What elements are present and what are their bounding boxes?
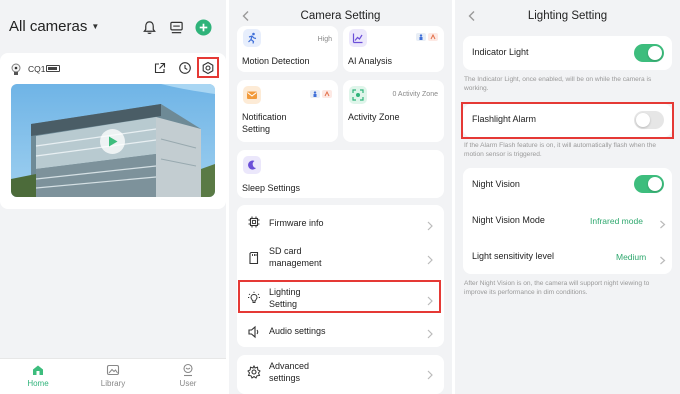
light-sensitivity-label: Light sensitivity level bbox=[472, 251, 555, 261]
tab-home-label: Home bbox=[27, 379, 49, 388]
tab-user[interactable]: User bbox=[158, 363, 218, 388]
advanced-settings-card: Advanced settings bbox=[237, 355, 444, 394]
play-button[interactable] bbox=[100, 129, 125, 154]
chevron-right-icon bbox=[426, 218, 434, 231]
motion-sensitivity-badge: High bbox=[317, 36, 332, 43]
sd-card-icon bbox=[247, 251, 261, 265]
chevron-right-icon bbox=[426, 326, 434, 339]
night-vision-hint: After Night Vision is on, the camera wil… bbox=[464, 280, 650, 296]
tile-ai-analysis[interactable]: AI Analysis bbox=[343, 26, 444, 72]
image-icon bbox=[83, 363, 143, 379]
bell-icon[interactable] bbox=[140, 18, 158, 36]
night-vision-mode-row[interactable]: Night Vision Mode Infrared mode bbox=[463, 204, 672, 238]
screen-title: Lighting Setting bbox=[527, 10, 608, 22]
camera-card[interactable]: CQ1 bbox=[0, 53, 226, 209]
lighting-setting-screen: Lighting Setting Indicator Light The Ind… bbox=[455, 0, 680, 394]
night-vision-mode-value: Infrared mode bbox=[590, 216, 643, 226]
mail-icon bbox=[243, 86, 261, 104]
ai-chart-icon bbox=[349, 29, 367, 47]
tab-user-label: User bbox=[179, 379, 197, 388]
ai-feature-badges bbox=[416, 33, 438, 41]
night-vision-card: Night Vision Night Vision Mode Infrared … bbox=[463, 168, 672, 274]
lighting-setting-highlight bbox=[238, 280, 441, 313]
add-device-button[interactable] bbox=[194, 18, 212, 36]
tile-notification-setting[interactable]: Notification Setting bbox=[237, 80, 338, 142]
light-sensitivity-row[interactable]: Light sensitivity level Medium bbox=[463, 240, 672, 274]
gear-icon[interactable] bbox=[201, 61, 215, 75]
row-firmware-label: Firmware info bbox=[269, 218, 324, 228]
speaker-icon bbox=[247, 325, 261, 339]
share-icon[interactable] bbox=[153, 61, 167, 75]
motion-badge-icon bbox=[428, 33, 438, 41]
tile-sleep-label: Sleep Settings bbox=[242, 183, 301, 193]
tile-activity-zone[interactable]: 0 Activity Zone Activity Zone bbox=[343, 80, 444, 142]
running-person-icon bbox=[243, 29, 261, 47]
activity-zone-count: 0 Activity Zone bbox=[392, 91, 438, 98]
zone-focus-icon bbox=[349, 86, 367, 104]
chip-icon bbox=[247, 215, 261, 229]
gear-icon bbox=[247, 364, 261, 379]
settings-list: Firmware info SD card management Lightin… bbox=[237, 205, 444, 347]
flashlight-alarm-hint: If the Alarm Flash feature is on, it wil… bbox=[464, 142, 657, 158]
tab-library[interactable]: Library bbox=[83, 363, 143, 388]
indicator-light-label: Indicator Light bbox=[472, 47, 529, 57]
camera-setting-screen: Camera Setting High Motion Detection AI … bbox=[229, 0, 452, 394]
clock-icon[interactable] bbox=[178, 61, 192, 75]
battery-icon bbox=[46, 65, 60, 72]
tile-motion-label: Motion Detection bbox=[242, 56, 310, 66]
chevron-right-icon bbox=[659, 216, 666, 229]
indicator-light-toggle[interactable] bbox=[634, 44, 664, 62]
flashlight-alarm-highlight bbox=[461, 102, 674, 139]
tile-notification-label-1: Notification bbox=[242, 112, 287, 122]
tile-motion-detection[interactable]: High Motion Detection bbox=[237, 26, 338, 72]
person-badge-icon bbox=[310, 90, 320, 98]
row-sd-label-1: SD card bbox=[269, 246, 302, 256]
camera-list-dropdown[interactable]: All cameras ▼ bbox=[9, 18, 99, 35]
light-sensitivity-value: Medium bbox=[616, 252, 647, 262]
tile-activity-label: Activity Zone bbox=[348, 112, 400, 122]
moon-icon bbox=[243, 156, 261, 174]
row-firmware-info[interactable]: Firmware info bbox=[237, 205, 444, 238]
camera-name: CQ1 bbox=[28, 64, 46, 74]
screen-title: Camera Setting bbox=[300, 10, 381, 22]
chevron-right-icon bbox=[659, 252, 666, 265]
page-title: All cameras bbox=[9, 18, 88, 35]
row-sd-label-2: management bbox=[269, 258, 322, 268]
row-advanced-label-2: settings bbox=[269, 373, 301, 383]
notification-badges bbox=[310, 90, 332, 98]
bulb-camera-icon bbox=[10, 63, 22, 82]
multiview-icon[interactable] bbox=[167, 18, 185, 36]
night-vision-toggle[interactable] bbox=[634, 175, 664, 193]
row-advanced-settings[interactable]: Advanced settings bbox=[237, 355, 444, 394]
tab-home[interactable]: Home bbox=[8, 363, 68, 388]
row-sd-card-management[interactable]: SD card management bbox=[237, 240, 444, 274]
indicator-light-hint: The Indicator Light, once enabled, will … bbox=[464, 76, 652, 92]
tile-ai-label: AI Analysis bbox=[348, 56, 393, 66]
cameras-home-screen: All cameras ▼ CQ1 Home Library User bbox=[0, 0, 226, 394]
night-vision-label: Night Vision bbox=[472, 179, 520, 189]
motion-badge-icon bbox=[322, 90, 332, 98]
chevron-right-icon bbox=[426, 367, 434, 380]
tile-notification-label-2: Setting bbox=[242, 124, 271, 134]
row-audio-settings[interactable]: Audio settings bbox=[237, 317, 444, 347]
camera-preview-thumbnail[interactable] bbox=[11, 84, 215, 197]
tile-sleep-settings[interactable]: Sleep Settings bbox=[237, 150, 444, 198]
person-badge-icon bbox=[416, 33, 426, 41]
chevron-right-icon bbox=[426, 252, 434, 265]
night-vision-mode-label: Night Vision Mode bbox=[472, 215, 545, 225]
user-icon bbox=[158, 363, 218, 379]
bottom-tab-bar: Home Library User bbox=[0, 358, 226, 394]
tab-library-label: Library bbox=[100, 379, 126, 388]
row-advanced-label-1: Advanced bbox=[269, 361, 310, 371]
row-audio-label: Audio settings bbox=[269, 326, 326, 336]
home-icon bbox=[8, 363, 68, 379]
caret-down-icon: ▼ bbox=[91, 22, 100, 31]
indicator-light-row: Indicator Light bbox=[463, 36, 672, 70]
